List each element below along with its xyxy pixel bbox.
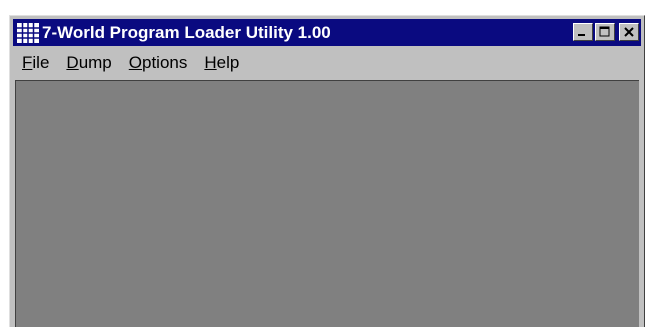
menu-file-label: ile — [32, 53, 50, 72]
menu-options-label: ptions — [142, 53, 188, 72]
maximize-button[interactable] — [595, 23, 615, 41]
menu-options[interactable]: Options — [129, 53, 188, 73]
title-bar[interactable]: 7-World Program Loader Utility 1.00 — [13, 19, 641, 46]
menu-bar: File Dump Options Help — [13, 49, 641, 77]
app-window: 7-World Program Loader Utility 1.00 File… — [9, 15, 645, 327]
menu-dump-accelerator: D — [66, 53, 79, 72]
menu-help-accelerator: H — [204, 53, 217, 72]
client-area[interactable] — [15, 80, 639, 327]
menu-help[interactable]: Help — [204, 53, 239, 73]
menu-dump-label: ump — [78, 53, 112, 72]
menu-help-label: elp — [216, 53, 240, 72]
title-buttons — [573, 23, 639, 41]
close-icon — [624, 27, 634, 37]
close-button[interactable] — [619, 23, 639, 41]
menu-file-accelerator: F — [22, 53, 33, 72]
menu-file[interactable]: File — [22, 53, 49, 73]
menu-options-accelerator: O — [128, 53, 142, 72]
menu-dump[interactable]: Dump — [66, 53, 111, 73]
window-title: 7-World Program Loader Utility 1.00 — [42, 22, 331, 42]
minimize-icon — [578, 34, 585, 36]
maximize-icon — [599, 26, 610, 37]
app-grid-icon[interactable] — [17, 22, 39, 43]
minimize-button[interactable] — [573, 23, 593, 41]
